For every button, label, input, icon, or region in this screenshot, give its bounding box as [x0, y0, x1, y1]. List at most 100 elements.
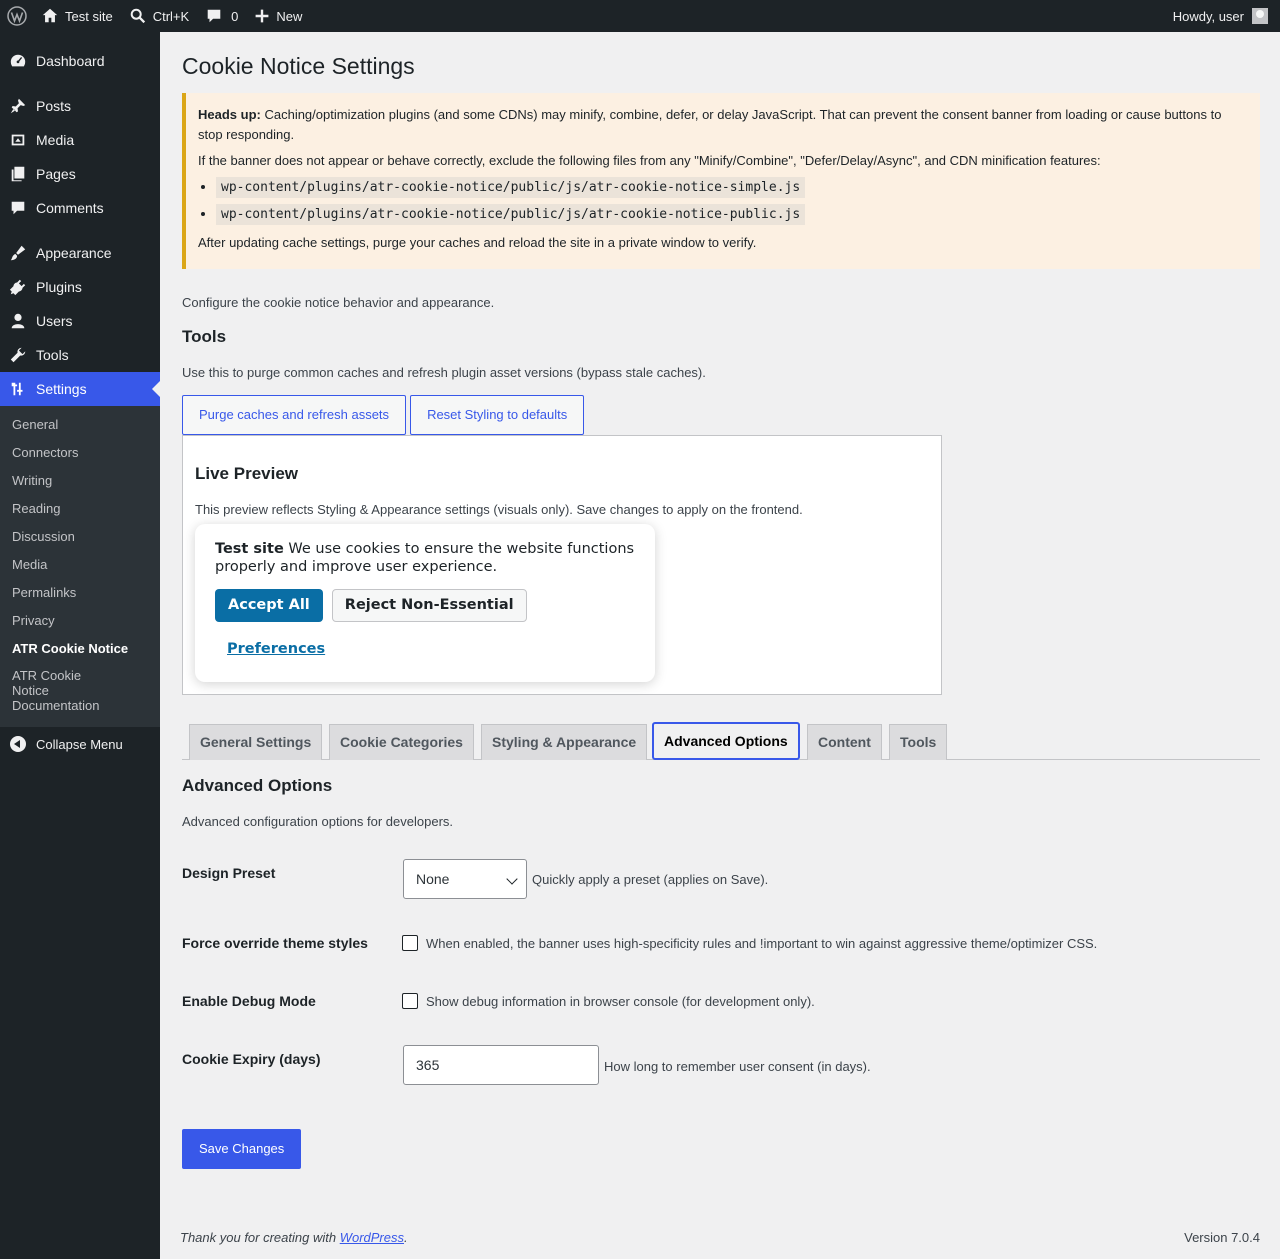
force-override-checkbox[interactable] [402, 935, 418, 951]
menu-label: Appearance [36, 245, 112, 261]
tools-description: Use this to purge common caches and refr… [182, 365, 706, 380]
comment-icon [8, 198, 28, 218]
file-path: wp-content/plugins/atr-cookie-notice/pub… [216, 203, 806, 225]
footer-period: . [404, 1230, 408, 1245]
comment-icon [207, 9, 221, 23]
tools-heading: Tools [182, 327, 227, 346]
tab-general-settings[interactable]: General Settings [189, 724, 323, 760]
tab-tools[interactable]: Tools [889, 724, 948, 760]
preferences-link[interactable]: Preferences [227, 641, 325, 657]
cookie-expiry-input[interactable]: 365 [403, 1045, 599, 1085]
settings-tabs: General Settings Cookie Categories Styli… [182, 722, 1260, 760]
tab-content[interactable]: Content [807, 724, 882, 760]
menu-label: Posts [36, 98, 72, 114]
new-label: New [276, 8, 303, 24]
cache-warning-notice: Heads up: Caching/optimization plugins (… [182, 93, 1260, 269]
collapse-menu-button[interactable]: Collapse Menu [0, 727, 160, 761]
submenu-connectors[interactable]: Connectors [0, 440, 160, 468]
submenu-media[interactable]: Media [0, 552, 160, 580]
wordpress-link[interactable]: WordPress [340, 1230, 404, 1245]
main-content: Cookie Notice Settings Heads up: Caching… [182, 32, 1260, 1169]
live-preview-panel: Live Preview This preview reflects Styli… [182, 435, 942, 695]
submenu-general[interactable]: General [0, 412, 160, 440]
menu-plugins[interactable]: Plugins [0, 270, 160, 304]
submenu-writing[interactable]: Writing [0, 468, 160, 496]
purge-caches-button[interactable]: Purge caches and refresh assets [182, 395, 407, 435]
settings-icon [8, 379, 28, 399]
cookie-message: Test site We use cookies to ensure the w… [215, 540, 635, 576]
submenu-discussion[interactable]: Discussion [0, 524, 160, 552]
submenu-permalinks[interactable]: Permalinks [0, 580, 160, 608]
menu-posts[interactable]: Posts [0, 89, 160, 123]
command-palette-link[interactable]: Ctrl+K [121, 0, 197, 32]
cookie-banner-preview: Test site We use cookies to ensure the w… [195, 524, 655, 682]
menu-label: Comments [36, 200, 104, 216]
comments-count: 0 [231, 8, 239, 24]
menu-settings[interactable]: Settings [0, 372, 160, 406]
admin-sidebar: Dashboard Posts Media Pages Comments App… [0, 32, 160, 1259]
site-name: Test site [65, 8, 113, 24]
force-override-label: Force override theme styles [182, 935, 368, 951]
search-icon [130, 8, 145, 24]
submenu-atr-cookie-notice[interactable]: ATR Cookie Notice [0, 636, 160, 664]
live-preview-description: This preview reflects Styling & Appearan… [195, 502, 803, 517]
advanced-options-description: Advanced configuration options for devel… [182, 814, 454, 829]
menu-comments[interactable]: Comments [0, 191, 160, 225]
notice-line-2: If the banner does not appear or behave … [198, 153, 1101, 169]
debug-mode-checkbox[interactable] [402, 993, 418, 1009]
admin-footer: Thank you for creating with WordPress. V… [180, 1230, 1260, 1245]
menu-dashboard[interactable]: Dashboard [0, 44, 160, 78]
submenu-privacy[interactable]: Privacy [0, 608, 160, 636]
cookie-expiry-description: How long to remember user consent (in da… [604, 1059, 871, 1074]
menu-label: Users [36, 313, 73, 329]
search-shortcut: Ctrl+K [152, 8, 190, 24]
howdy-text: Howdy, user [1172, 8, 1244, 24]
heads-up-label: Heads up: [198, 107, 261, 122]
save-changes-button[interactable]: Save Changes [182, 1129, 302, 1169]
tab-advanced-options[interactable]: Advanced Options [652, 722, 800, 760]
comments-link[interactable]: 0 [197, 0, 246, 32]
menu-label: Tools [36, 347, 69, 363]
menu-media[interactable]: Media [0, 123, 160, 157]
menu-label: Plugins [36, 279, 82, 295]
configure-description: Configure the cookie notice behavior and… [182, 295, 495, 310]
live-preview-heading: Live Preview [195, 464, 299, 483]
list-item: wp-content/plugins/atr-cookie-notice/pub… [216, 177, 1248, 199]
version-text: Version 7.0.4 [1184, 1230, 1260, 1245]
reject-non-essential-button[interactable]: Reject Non-Essential [331, 589, 527, 623]
user-icon [8, 311, 28, 331]
reset-styling-button[interactable]: Reset Styling to defaults [410, 395, 585, 435]
submenu-reading[interactable]: Reading [0, 496, 160, 524]
debug-mode-description: Show debug information in browser consol… [426, 994, 815, 1009]
submenu-atr-cookie-notice-docs[interactable]: ATR Cookie Notice Documentation [0, 663, 130, 721]
accept-all-button[interactable]: Accept All [215, 589, 323, 623]
new-content-link[interactable]: New [246, 0, 310, 32]
cookie-expiry-label: Cookie Expiry (days) [182, 1051, 321, 1067]
menu-tools[interactable]: Tools [0, 338, 160, 372]
plus-icon [256, 9, 269, 23]
footer-thanks: Thank you for creating with WordPress. [180, 1230, 408, 1245]
my-account-link[interactable]: Howdy, user [1165, 0, 1280, 32]
cookie-site-name: Test site [215, 541, 284, 557]
collapse-label: Collapse Menu [36, 736, 123, 752]
site-name-link[interactable]: Test site [33, 0, 121, 32]
chevron-down-icon [506, 873, 518, 885]
avatar [1252, 8, 1268, 24]
tab-styling-appearance[interactable]: Styling & Appearance [481, 724, 648, 760]
plugin-icon [8, 277, 28, 297]
menu-users[interactable]: Users [0, 304, 160, 338]
menu-appearance[interactable]: Appearance [0, 236, 160, 270]
home-icon [42, 8, 58, 23]
excluded-files-list: wp-content/plugins/atr-cookie-notice/pub… [198, 177, 1248, 225]
design-preset-select[interactable]: None [403, 859, 527, 899]
menu-pages[interactable]: Pages [0, 157, 160, 191]
file-path: wp-content/plugins/atr-cookie-notice/pub… [216, 177, 806, 199]
menu-label: Pages [36, 166, 76, 182]
debug-mode-label: Enable Debug Mode [182, 993, 316, 1009]
pin-icon [8, 96, 28, 116]
footer-thanks-text: Thank you for creating with [180, 1230, 337, 1245]
wordpress-logo-icon[interactable] [0, 0, 33, 32]
design-preset-label: Design Preset [182, 865, 276, 881]
advanced-options-heading: Advanced Options [182, 776, 333, 795]
tab-cookie-categories[interactable]: Cookie Categories [329, 724, 474, 760]
